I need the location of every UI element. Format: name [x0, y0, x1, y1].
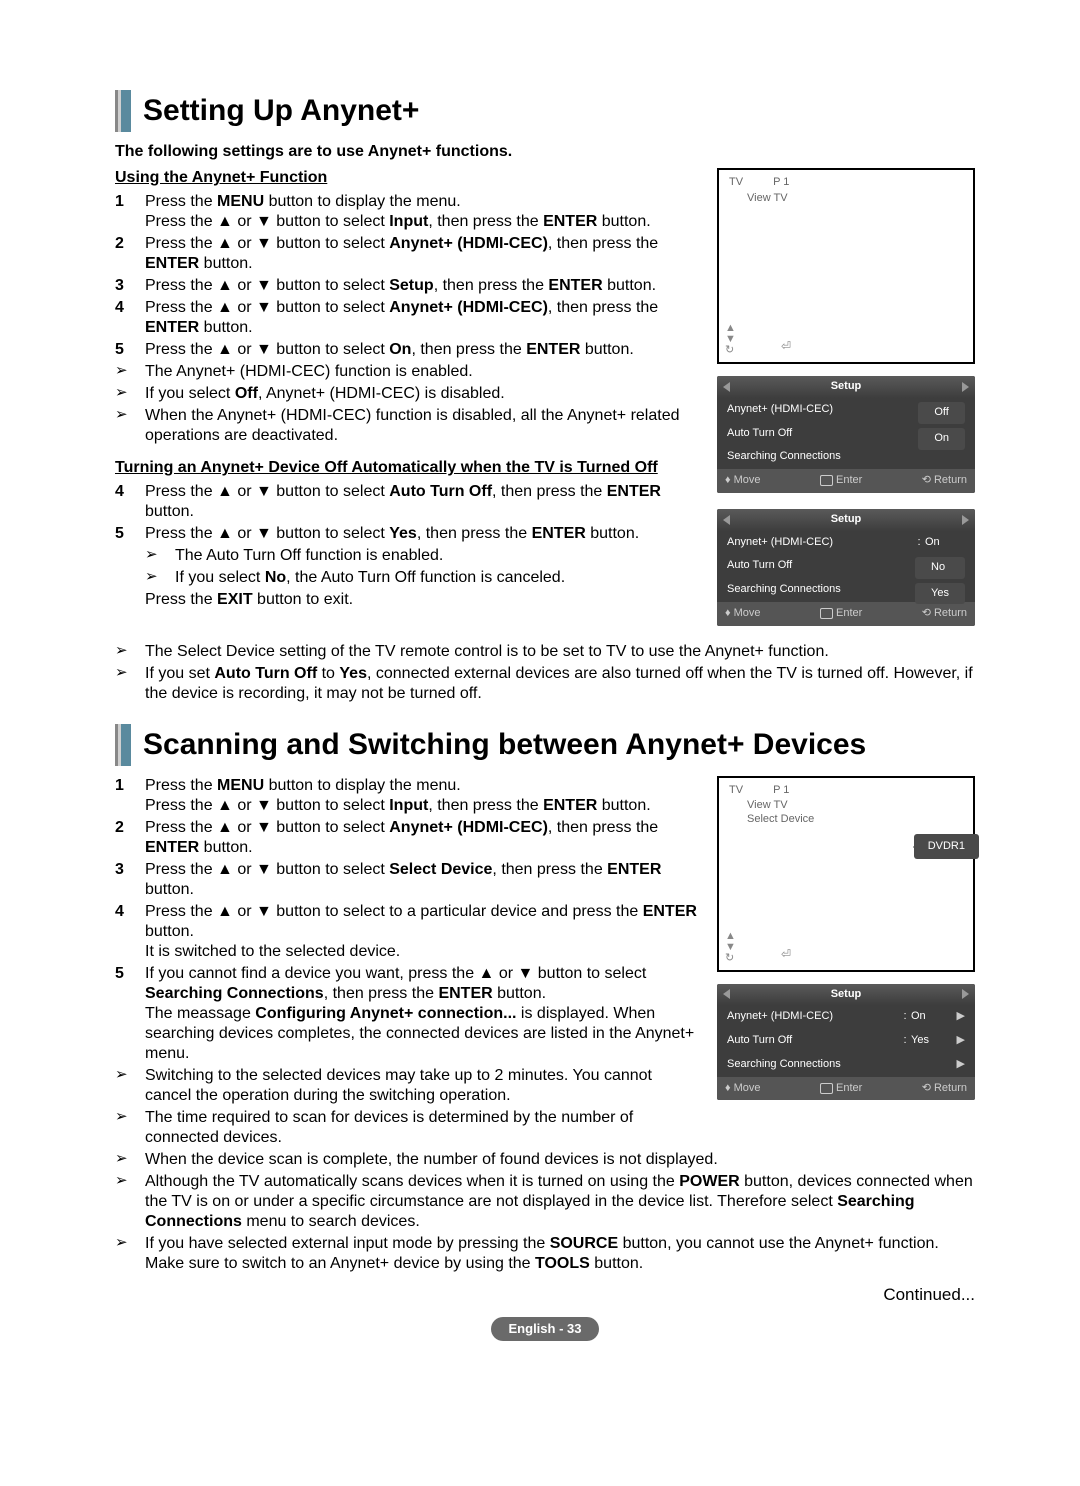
tv-view: View TV: [729, 192, 963, 206]
step-text: Press the ▲ or ▼ button to select Select…: [145, 860, 699, 900]
heading-bar-icon: [115, 724, 131, 766]
footer-enter: Enter: [820, 607, 862, 621]
note-text: The time required to scan for devices is…: [145, 1108, 699, 1148]
intro-text: The following settings are to use Anynet…: [115, 142, 975, 162]
step-text: Press the ▲ or ▼ button to select Setup,…: [145, 276, 699, 296]
osd-label: Searching Connections: [727, 450, 965, 464]
step-text: Press the ▲ or ▼ button to select Anynet…: [145, 234, 699, 274]
steps-list-3: 1Press the MENU button to display the me…: [115, 776, 699, 1064]
step-text: Press the ▲ or ▼ button to select On, th…: [145, 340, 699, 360]
steps-list-2: 4Press the ▲ or ▼ button to select Auto …: [115, 482, 699, 544]
step-text: Press the ▲ or ▼ button to select Anynet…: [145, 818, 699, 858]
footer-enter: Enter: [820, 1082, 862, 1096]
step-text: Press the MENU button to display the men…: [145, 776, 699, 816]
osd-title: Setup: [717, 376, 975, 398]
step-text: Press the ▲ or ▼ button to select Anynet…: [145, 298, 699, 338]
option-pill: Off: [918, 402, 965, 424]
footer-move: ♦ Move: [725, 474, 761, 488]
osd-panel-2: Setup Anynet+ (HDMI-CEC):On Auto Turn Of…: [717, 509, 975, 626]
section-heading-1: Setting Up Anynet+: [115, 90, 975, 132]
note-text: If you set Auto Turn Off to Yes, connect…: [145, 664, 975, 704]
subheading-using: Using the Anynet+ Function: [115, 168, 699, 188]
footer-move: ♦ Move: [725, 607, 761, 621]
note-text: If you select No, the Auto Turn Off func…: [175, 568, 699, 588]
note-text: When the device scan is complete, the nu…: [145, 1150, 975, 1170]
osd-label: Anynet+ (HDMI-CEC): [727, 403, 913, 417]
continued-text: Continued...: [115, 1284, 975, 1305]
step-text: Press the ▲ or ▼ button to select Auto T…: [145, 482, 699, 522]
tv-view: View TV: [729, 799, 963, 813]
note-text: The Auto Turn Off function is enabled.: [175, 546, 699, 566]
exit-line: Press the EXIT button to exit.: [145, 590, 699, 610]
updown-icon: ▲▼↻: [725, 323, 736, 356]
step-text: Press the ▲ or ▼ button to select to a p…: [145, 902, 699, 962]
tv-preview-1: TV P 1 View TV ▲▼↻ ⏎: [717, 168, 975, 364]
osd-value: On: [925, 536, 965, 550]
note-text: The Anynet+ (HDMI-CEC) function is enabl…: [145, 362, 699, 382]
tooltip-dvdr: DVDR1: [914, 834, 979, 860]
osd-value: Yes: [911, 1034, 951, 1048]
note-text: If you select Off, Anynet+ (HDMI-CEC) is…: [145, 384, 699, 404]
osd-label: Auto Turn Off: [727, 559, 913, 573]
osd-title: Setup: [717, 509, 975, 531]
tv-label: TV: [729, 176, 743, 190]
note-text: Switching to the selected devices may ta…: [145, 1066, 699, 1106]
option-pill: On: [918, 428, 965, 450]
enter-icon: ⏎: [781, 339, 791, 354]
osd-value: On: [911, 1010, 951, 1024]
osd-title: Setup: [717, 984, 975, 1006]
footer-move: ♦ Move: [725, 1082, 761, 1096]
step-text: Press the MENU button to display the men…: [145, 192, 699, 232]
note-text: The Select Device setting of the TV remo…: [145, 642, 975, 662]
option-pill: Yes: [915, 583, 965, 605]
page-number-pill: English - 33: [491, 1317, 600, 1341]
osd-panel-3: Setup Anynet+ (HDMI-CEC):On▶ Auto Turn O…: [717, 984, 975, 1101]
note-text: When the Anynet+ (HDMI-CEC) function is …: [145, 406, 699, 446]
osd-label: Auto Turn Off: [727, 427, 913, 441]
section-heading-2: Scanning and Switching between Anynet+ D…: [115, 724, 975, 766]
osd-label: Searching Connections: [727, 1058, 951, 1072]
tv-channel: P 1: [773, 176, 789, 190]
osd-panel-1: Setup Anynet+ (HDMI-CEC): Auto Turn Off:…: [717, 376, 975, 493]
note-text: If you have selected external input mode…: [145, 1234, 975, 1274]
heading-bar-icon: [115, 90, 131, 132]
updown-icon: ▲▼↻: [725, 931, 736, 964]
footer-return: ⟲ Return: [922, 474, 967, 488]
osd-label: Anynet+ (HDMI-CEC): [727, 1010, 899, 1024]
tv-select: Select Device: [729, 813, 963, 827]
footer-enter: Enter: [820, 474, 862, 488]
step-text: If you cannot find a device you want, pr…: [145, 964, 699, 1064]
subheading-turnoff: Turning an Anynet+ Device Off Automatica…: [115, 458, 699, 478]
heading-2-text: Scanning and Switching between Anynet+ D…: [143, 726, 866, 764]
enter-icon: ⏎: [781, 947, 791, 962]
heading-1-text: Setting Up Anynet+: [143, 92, 419, 130]
tv-preview-2: TVP 1 View TV Select Device DVDR1 ▲▼↻ ⏎: [717, 776, 975, 972]
tv-label: TV: [729, 784, 743, 798]
option-pill: No: [915, 557, 965, 579]
step-text: Press the ▲ or ▼ button to select Yes, t…: [145, 524, 699, 544]
note-text: Although the TV automatically scans devi…: [145, 1172, 975, 1232]
osd-label: Anynet+ (HDMI-CEC): [727, 536, 913, 550]
footer-return: ⟲ Return: [922, 1082, 967, 1096]
footer-return: ⟲ Return: [922, 607, 967, 621]
osd-label: Auto Turn Off: [727, 1034, 899, 1048]
tv-channel: P 1: [773, 784, 789, 798]
steps-list-1: 1Press the MENU button to display the me…: [115, 192, 699, 360]
page-footer: English - 33: [115, 1317, 975, 1341]
